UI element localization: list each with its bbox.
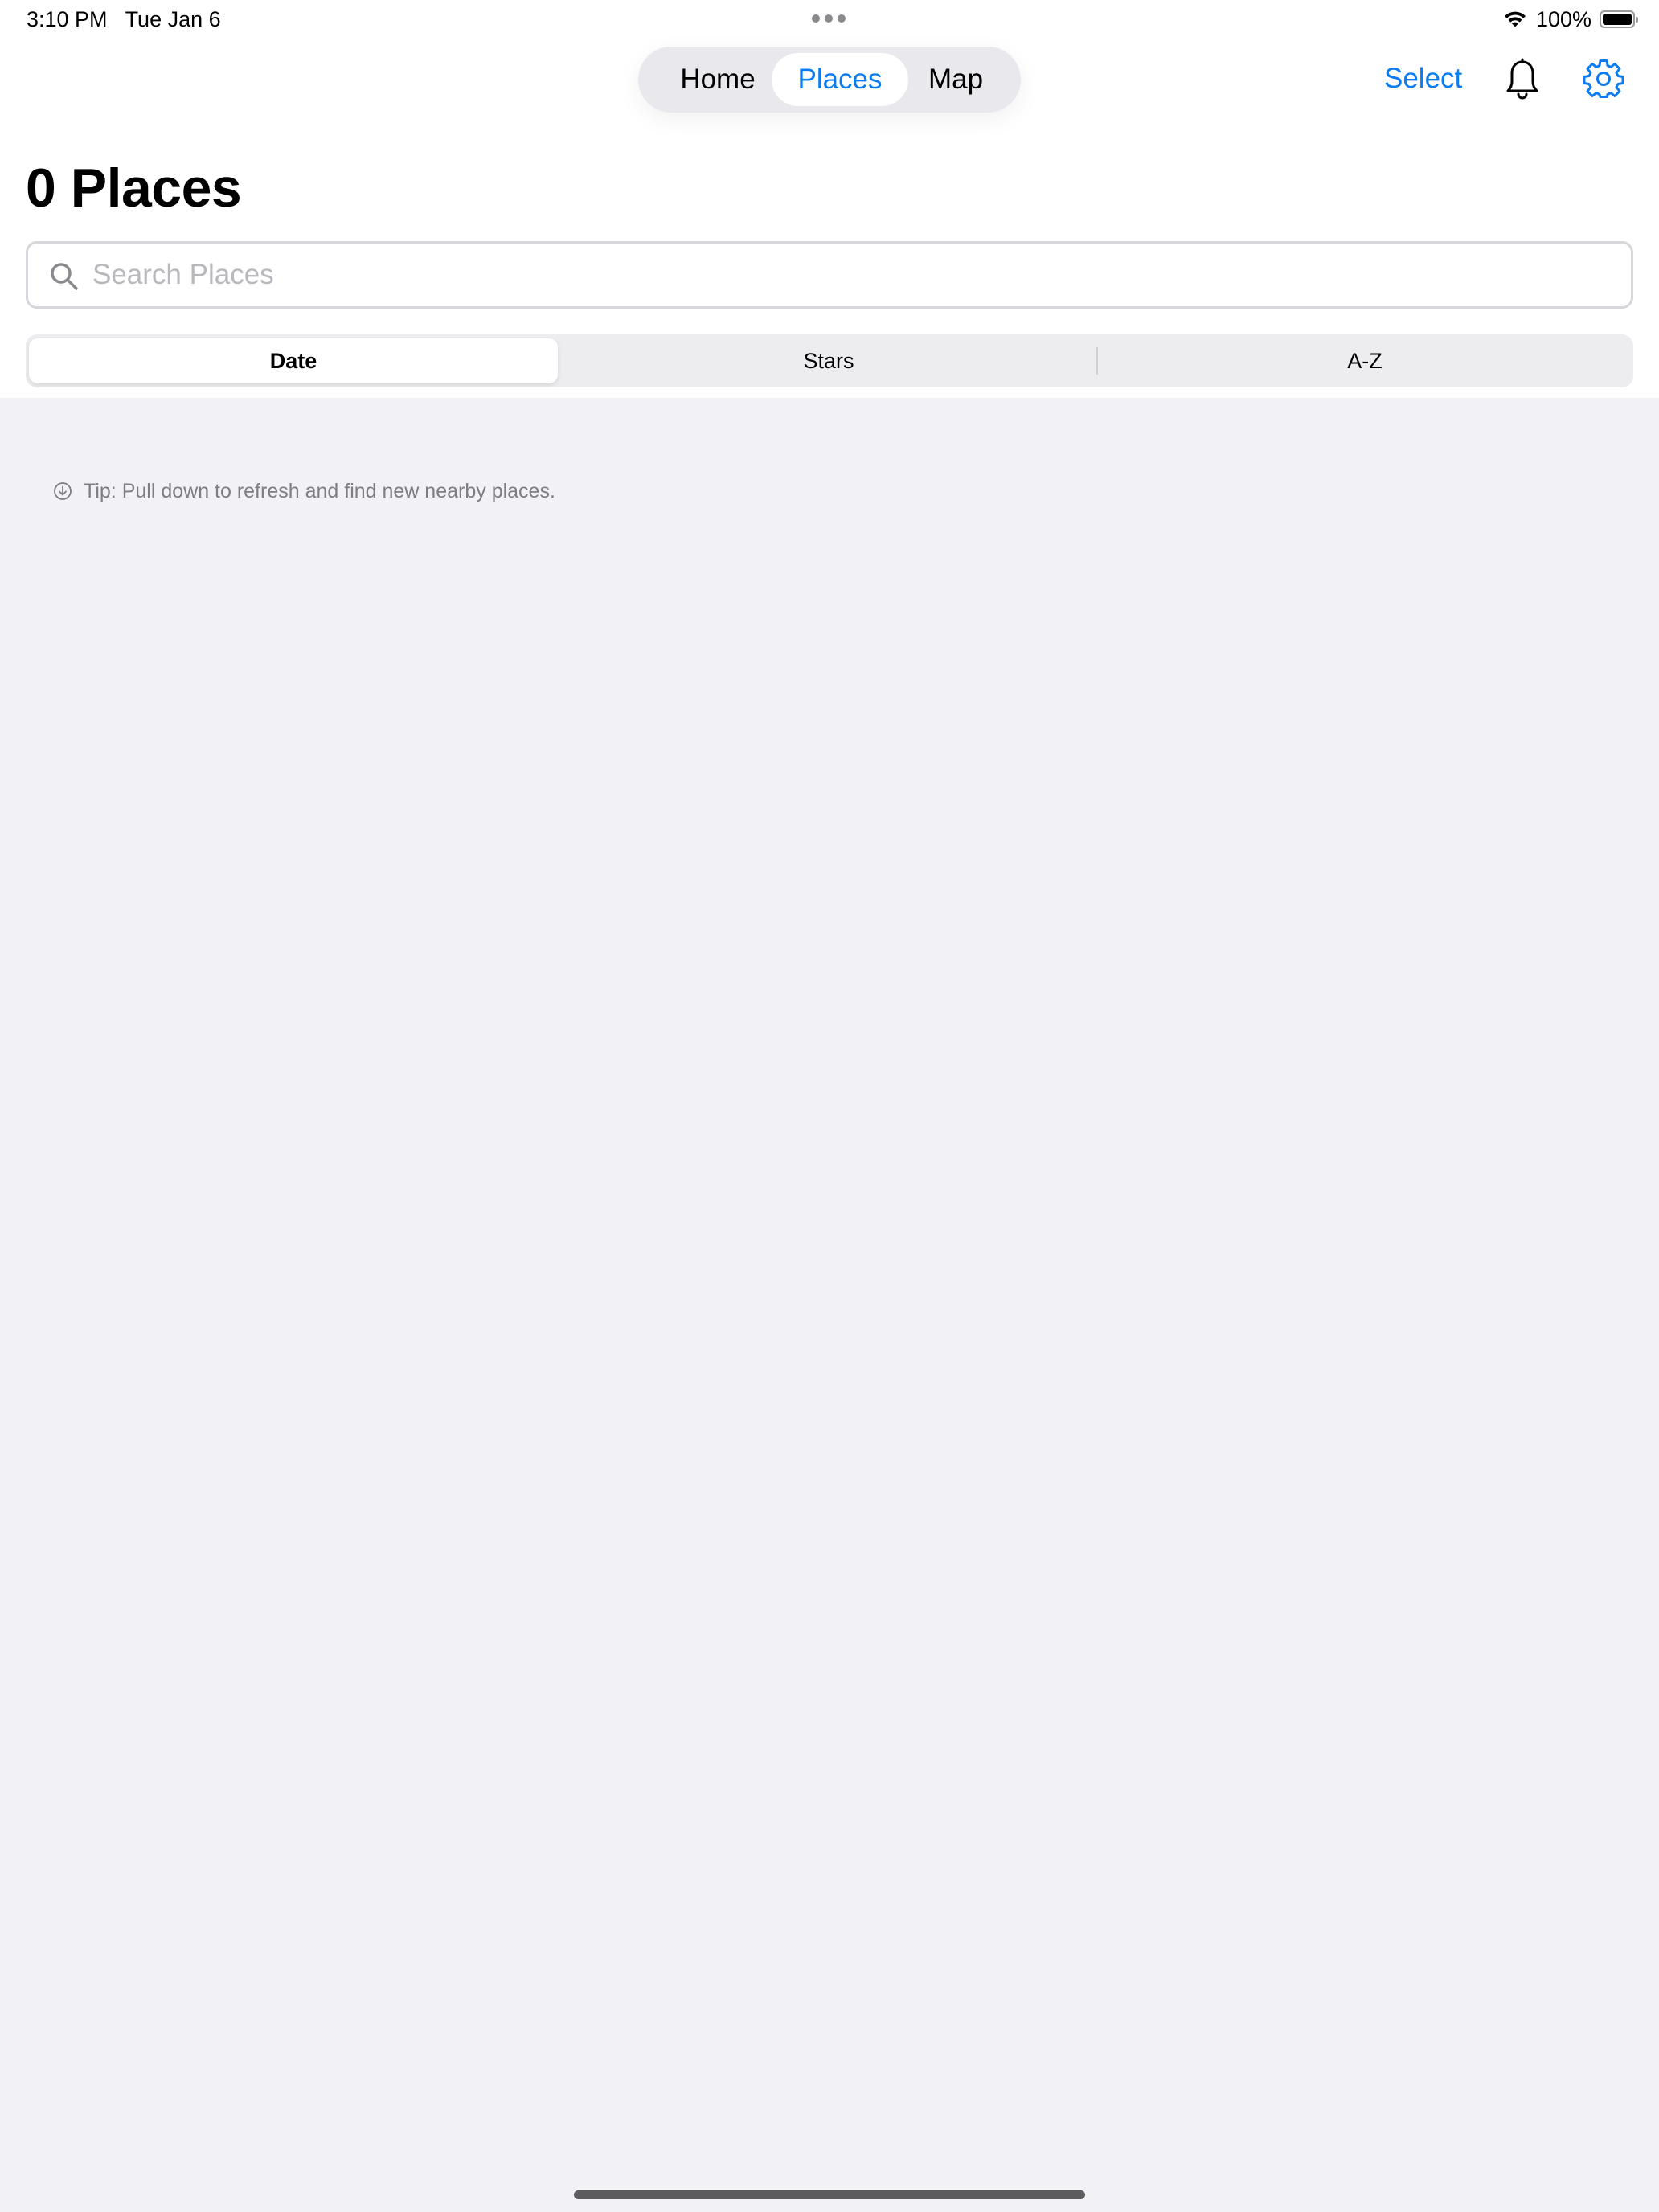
tab-home[interactable]: Home <box>657 53 778 106</box>
search-field[interactable] <box>26 241 1633 309</box>
status-date: Tue Jan 6 <box>125 7 221 31</box>
battery-percent: 100% <box>1535 7 1591 31</box>
gear-icon[interactable] <box>1583 59 1624 99</box>
battery-icon <box>1600 10 1638 28</box>
sort-option-stars[interactable]: Stars <box>561 338 1096 383</box>
search-input[interactable] <box>92 244 1604 306</box>
wifi-icon <box>1504 11 1526 27</box>
tab-map[interactable]: Map <box>908 53 1003 106</box>
sort-option-az[interactable]: A-Z <box>1098 338 1632 383</box>
main-tab-switcher: Home Places Map <box>638 47 1021 113</box>
refresh-tip: Tip: Pull down to refresh and find new n… <box>53 479 555 503</box>
tab-places[interactable]: Places <box>772 53 908 106</box>
status-time: 3:10 PM <box>27 7 108 31</box>
multitasking-dots-icon[interactable] <box>812 14 846 23</box>
arrow-down-circle-icon <box>54 482 72 500</box>
tip-text: Tip: Pull down to refresh and find new n… <box>84 480 555 502</box>
status-right: 100% <box>1502 6 1638 32</box>
home-indicator[interactable] <box>574 2190 1085 2199</box>
search-icon <box>51 263 78 290</box>
bell-icon[interactable] <box>1504 58 1541 101</box>
select-button[interactable]: Select <box>1384 58 1462 100</box>
sort-option-date[interactable]: Date <box>29 338 558 383</box>
header-area: 3:10 PM Tue Jan 6 100% Home Places Map Se… <box>0 0 1659 398</box>
page-title: 0 Places <box>26 158 242 219</box>
sort-segmented-control: Date Stars A-Z <box>26 334 1633 387</box>
status-time-date: 3:10 PM Tue Jan 6 <box>27 6 221 32</box>
